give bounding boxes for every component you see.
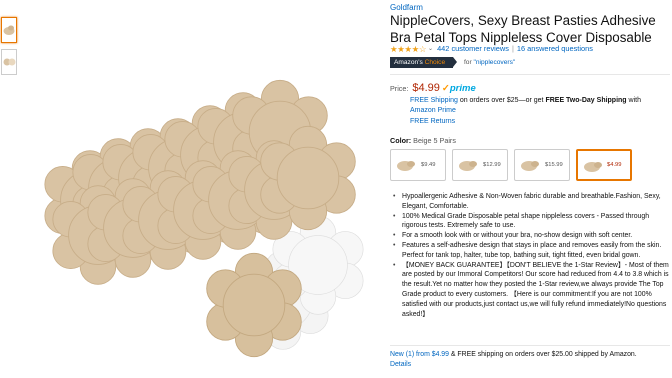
divider xyxy=(390,345,670,346)
swatch-option-selected[interactable]: $4.99 xyxy=(576,149,632,181)
reviews-link[interactable]: 442 customer reviews xyxy=(437,44,509,53)
prime-icon: ✓prime xyxy=(441,83,476,94)
swatch-price: $4.99 xyxy=(607,162,622,168)
choice-for-text: for "nipplecovers" xyxy=(464,57,515,68)
badge-suffix: Choice xyxy=(424,59,446,66)
swatch-price: $15.99 xyxy=(545,162,563,168)
two-day-shipping: FREE Two-Day Shipping xyxy=(545,97,627,104)
thumbnail-strip xyxy=(1,17,17,81)
swatch-option[interactable]: $9.49 xyxy=(390,149,446,181)
petal-pair-thumbnail-icon xyxy=(3,58,16,66)
petal-swatch-icon xyxy=(459,161,477,171)
list-item: 【MONEY BACK GUARANTEE】【DON'T BELIEVE the… xyxy=(390,261,672,320)
offers-text: & FREE shipping on orders over $25.00 sh… xyxy=(450,351,637,358)
free-returns-link[interactable]: FREE Returns xyxy=(410,118,455,125)
free-shipping-link[interactable]: FREE Shipping xyxy=(410,97,458,104)
badge-prefix: Amazon's xyxy=(394,59,423,66)
shipping-text: on orders over $25—or get xyxy=(459,97,544,104)
color-value: Beige 5 Pairs xyxy=(413,136,456,145)
list-item: Hypoallergenic Adhesive & Non-Woven fabr… xyxy=(390,192,672,212)
choice-term-link[interactable]: "nipplecovers" xyxy=(474,59,516,66)
new-offers-link[interactable]: New (1) from $4.99 xyxy=(390,351,449,358)
swatch-price: $12.99 xyxy=(483,162,501,168)
choice-for-prefix: for xyxy=(463,59,472,66)
list-item: Features a self-adhesive design that sta… xyxy=(390,241,672,261)
amazons-choice-row: Amazon's Choice for "nipplecovers" xyxy=(390,57,515,69)
questions-link[interactable]: 16 answered questions xyxy=(517,44,593,53)
price-value: $4.99 xyxy=(412,82,440,94)
divider xyxy=(390,74,670,75)
amazons-choice-badge[interactable]: Amazon's Choice xyxy=(390,57,458,68)
color-row: Color: Beige 5 Pairs xyxy=(390,136,456,145)
with-text: with xyxy=(628,97,641,104)
offers-row: New (1) from $4.99 & FREE shipping on or… xyxy=(390,350,672,371)
swatch-option[interactable]: $15.99 xyxy=(514,149,570,181)
list-item: 100% Medical Grade Disposable petal shap… xyxy=(390,212,672,232)
star-rating-icon[interactable]: ★★★★☆ xyxy=(390,44,427,55)
list-item: For a smooth look with or without your b… xyxy=(390,231,672,241)
color-swatches: $9.49 $12.99 $15.99 $4.99 xyxy=(390,149,670,181)
amazon-prime-link[interactable]: Amazon Prime xyxy=(410,107,456,114)
product-main-image xyxy=(44,79,364,358)
petal-thumbnail-icon xyxy=(3,25,15,35)
chevron-down-icon[interactable]: ⌄ xyxy=(428,45,433,52)
feature-bullets: Hypoallergenic Adhesive & Non-Woven fabr… xyxy=(390,192,672,319)
separator: | xyxy=(511,44,514,53)
swatch-option[interactable]: $12.99 xyxy=(452,149,508,181)
rating-row: ★★★★☆ ⌄ 442 customer reviews | 16 answered q… xyxy=(390,44,670,54)
color-label: Color: xyxy=(390,136,412,145)
petal-swatch-icon xyxy=(521,161,539,171)
petal-swatch-icon xyxy=(584,162,602,172)
thumbnail-1[interactable] xyxy=(1,17,17,43)
price-label: Price: xyxy=(390,84,409,93)
details-link[interactable]: Details xyxy=(390,361,411,368)
product-title: NippleCovers, Sexy Breast Pasties Adhesi… xyxy=(390,13,656,45)
swatch-price: $9.49 xyxy=(421,162,436,168)
price-row: Price: $4.99 ✓prime xyxy=(390,82,476,94)
shipping-info: FREE Shipping on orders over $25—or get … xyxy=(410,96,672,127)
petal-swatch-icon xyxy=(397,161,415,171)
brand-link[interactable]: Goldfarm xyxy=(390,3,423,12)
thumbnail-2[interactable] xyxy=(1,49,17,75)
